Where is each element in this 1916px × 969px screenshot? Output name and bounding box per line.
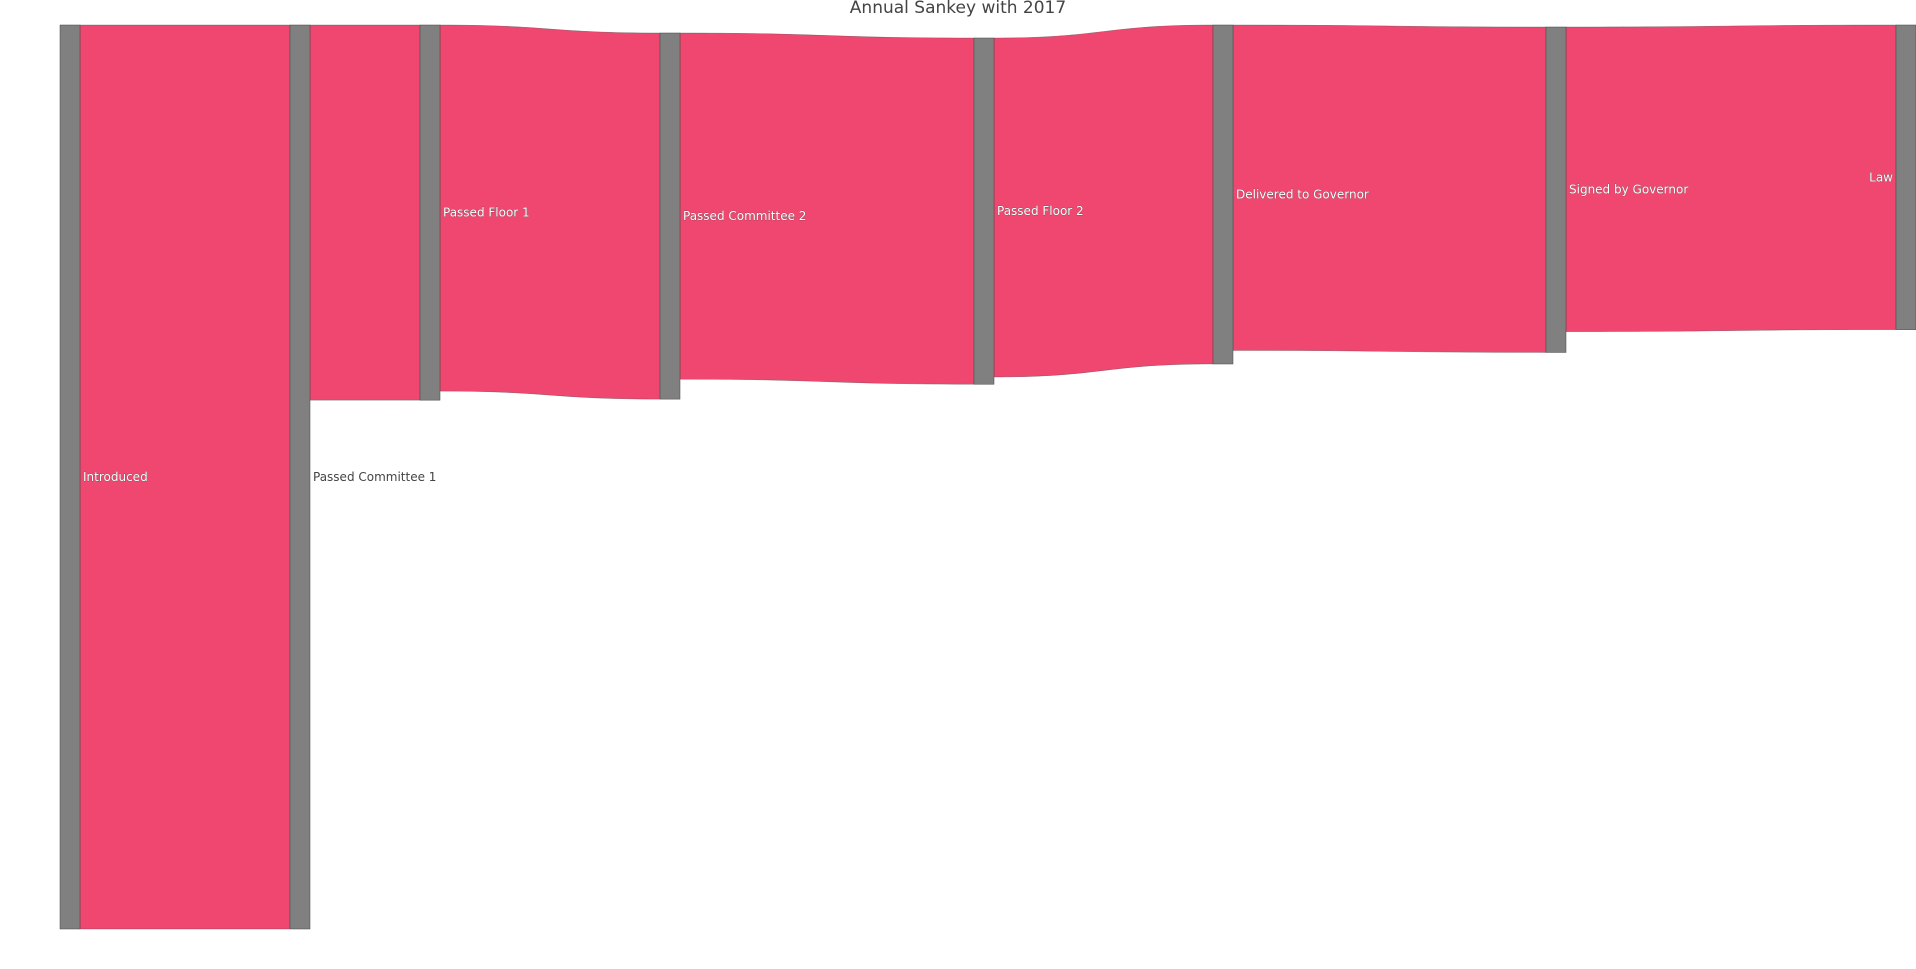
sankey-node-label-law: Law (1869, 170, 1893, 184)
chart-title: Annual Sankey with 2017 (850, 0, 1066, 18)
sankey-link-passed-floor-2-to-delivered-to-governor (993, 24, 1214, 378)
sankey-node-label-passed-committee-2: Passed Committee 2 (683, 209, 806, 223)
sankey-node-delivered-to-governor (1212, 24, 1234, 365)
sankey-node-signed-by-governor (1545, 26, 1567, 353)
sankey-link-passed-committee-1-to-passed-floor-1 (309, 24, 421, 401)
sankey-node-label-delivered-to-governor: Delivered to Governor (1236, 188, 1369, 202)
sankey-node-label-passed-floor-2: Passed Floor 2 (997, 204, 1084, 218)
sankey-node-introduced (59, 24, 81, 930)
sankey-node-law (1895, 24, 1916, 330)
sankey-node-passed-floor-2 (973, 37, 995, 385)
sankey-node-passed-committee-1 (289, 24, 311, 930)
sankey-node-passed-committee-2 (659, 32, 681, 400)
sankey-node-label-introduced: Introduced (83, 470, 148, 484)
sankey-node-passed-floor-1 (419, 24, 441, 401)
sankey-node-label-passed-committee-1: Passed Committee 1 (313, 470, 436, 484)
sankey-chart: Annual Sankey with 2017 Introduced Passed… (59, 0, 1916, 930)
sankey-link-signed-by-governor-to-law (1565, 24, 1897, 332)
sankey-node-label-signed-by-governor: Signed by Governor (1569, 183, 1688, 197)
sankey-node-label-passed-floor-1: Passed Floor 1 (443, 206, 530, 220)
